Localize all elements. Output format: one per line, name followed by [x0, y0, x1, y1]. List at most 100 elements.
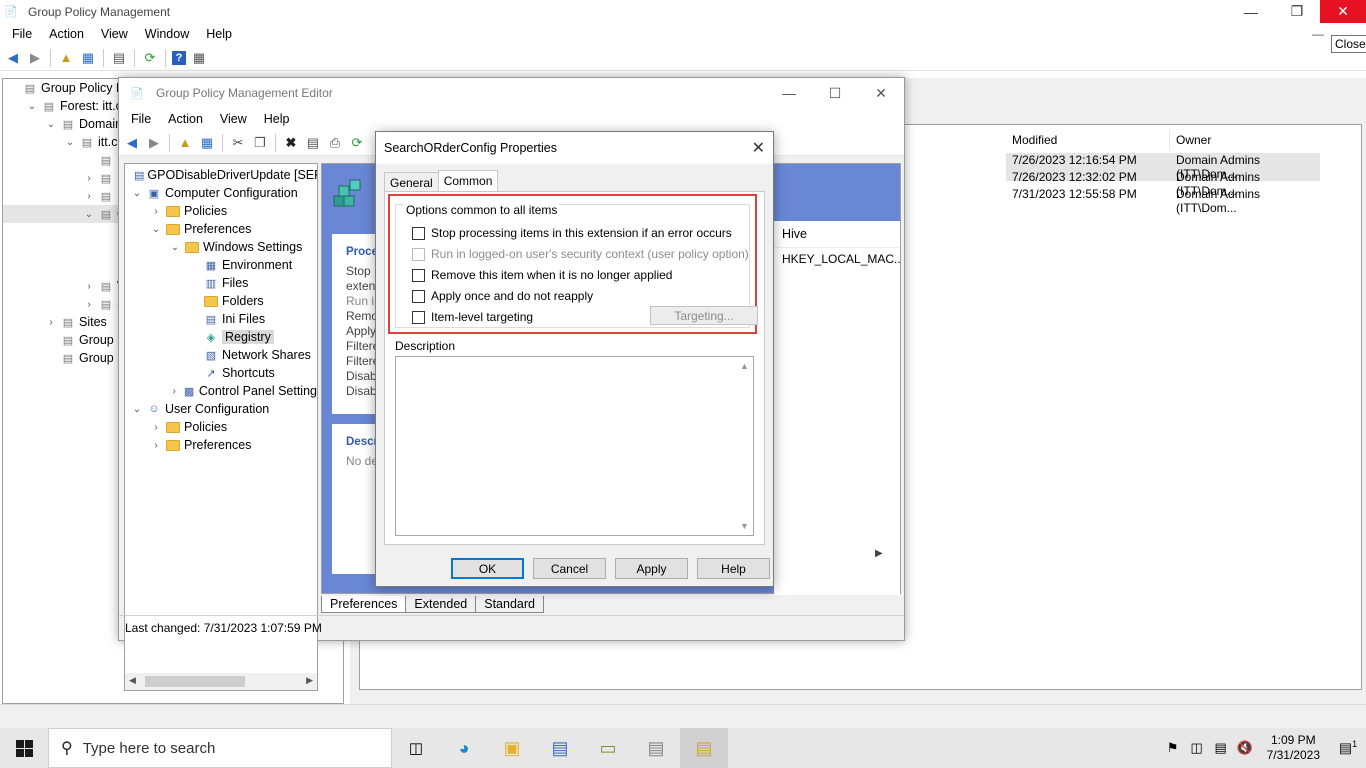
taskbar-search-box[interactable]: ⚲ Type here to search — [48, 728, 392, 768]
close-icon[interactable]: ✕ — [752, 138, 765, 158]
tree-item-environment[interactable]: ▦ Environment — [125, 256, 317, 274]
menu-file[interactable]: File — [123, 112, 160, 126]
minimize-icon[interactable]: — — [1228, 0, 1274, 23]
server-manager-icon[interactable]: ▤ — [536, 728, 584, 768]
back-arrow-icon[interactable]: ◀ — [4, 49, 22, 67]
description-textarea[interactable]: ▲ ▼ — [395, 356, 754, 536]
start-button[interactable] — [0, 728, 48, 768]
mdi-minimize-icon[interactable]: — — [1312, 27, 1324, 41]
description-scrollbar[interactable]: ▲ ▼ — [736, 357, 753, 535]
network-icon[interactable]: ▤ — [1209, 740, 1233, 756]
tree-item-preferences[interactable]: ⌄ Preferences — [125, 220, 317, 238]
collapse-chevron-icon[interactable]: ⌄ — [83, 209, 95, 220]
checkbox[interactable] — [412, 310, 425, 324]
expand-chevron-icon[interactable]: › — [150, 440, 162, 451]
option-remove-when-not-applied[interactable]: Remove this item when it is no longer ap… — [412, 268, 672, 282]
expand-chevron-icon[interactable]: › — [83, 173, 95, 184]
menu-help[interactable]: Help — [198, 27, 241, 41]
tree-item-windows-settings[interactable]: ⌄ Windows Settings — [125, 238, 317, 256]
forward-arrow-icon[interactable]: ▶ — [145, 134, 163, 152]
edge-icon[interactable]: ◕ — [440, 728, 488, 768]
copy-icon[interactable]: ❐ — [251, 134, 269, 152]
notepad-taskbar-icon[interactable]: ▤ — [632, 728, 680, 768]
collapse-chevron-icon[interactable]: ⌄ — [64, 137, 76, 148]
menu-file[interactable]: File — [4, 27, 41, 41]
menu-help[interactable]: Help — [256, 112, 299, 126]
scroll-down-icon[interactable]: ▼ — [740, 521, 749, 531]
tree-item-network-shares[interactable]: ▧ Network Shares — [125, 346, 317, 364]
expand-chevron-icon[interactable]: › — [83, 299, 95, 310]
tree-horizontal-scrollbar[interactable]: ◀ ▶ — [125, 673, 317, 690]
collapse-chevron-icon[interactable]: ⌄ — [150, 224, 162, 235]
option-item-level-targeting[interactable]: Item-level targeting — [412, 310, 533, 324]
tree-item-files[interactable]: ▥ Files — [125, 274, 317, 292]
tree-item-registry[interactable]: ◈ Registry — [125, 328, 317, 346]
cut-icon[interactable]: ✂ — [229, 134, 247, 152]
restore-icon[interactable]: ❐ — [1274, 0, 1320, 23]
up-folder-icon[interactable]: ▲ — [176, 134, 194, 152]
scroll-right-icon[interactable]: ▶ — [306, 675, 313, 686]
expand-chevron-icon[interactable]: › — [45, 317, 57, 328]
collapse-chevron-icon[interactable]: ⌄ — [131, 188, 143, 199]
tree-item-preferences[interactable]: › Preferences — [125, 436, 317, 454]
tree-item-policies[interactable]: › Policies — [125, 202, 317, 220]
scroll-right-icon[interactable]: ▶ — [875, 548, 883, 559]
show-hide-tree-icon[interactable]: ▦ — [79, 49, 97, 67]
menu-action[interactable]: Action — [41, 27, 93, 41]
show-hide-tree-icon[interactable]: ▦ — [198, 134, 216, 152]
gpm-taskbar-icon[interactable]: ▭ — [584, 728, 632, 768]
expand-chevron-icon[interactable]: › — [83, 281, 95, 292]
collapse-chevron-icon[interactable]: ⌄ — [131, 404, 143, 415]
menu-action[interactable]: Action — [160, 112, 212, 126]
hive-value[interactable]: HKEY_LOCAL_MAC... — [774, 248, 900, 270]
tab-extended[interactable]: Extended — [405, 596, 477, 613]
collapse-chevron-icon[interactable]: ⌄ — [45, 119, 57, 130]
scroll-up-icon[interactable]: ▲ — [740, 361, 749, 371]
clock[interactable]: 1:09 PM 7/31/2023 — [1257, 733, 1330, 763]
print-icon[interactable]: ⎙ — [326, 134, 344, 152]
option-apply-once[interactable]: Apply once and do not reapply — [412, 289, 593, 303]
tray-app-icon[interactable]: ◫ — [1185, 740, 1209, 756]
gpme-taskbar-icon[interactable]: ▤ — [680, 728, 728, 768]
tree-item-shortcuts[interactable]: ↗ Shortcuts — [125, 364, 317, 382]
forward-arrow-icon[interactable]: ▶ — [26, 49, 44, 67]
expand-chevron-icon[interactable]: › — [150, 206, 162, 217]
tree-item-control-panel-setting[interactable]: › ▩ Control Panel Setting — [125, 382, 317, 400]
up-folder-icon[interactable]: ▲ — [57, 49, 75, 67]
volume-muted-icon[interactable]: 🔇 — [1233, 740, 1257, 756]
notifications-icon[interactable]: ▤1 — [1330, 739, 1366, 757]
option-stop-processing[interactable]: Stop processing items in this extension … — [412, 226, 732, 240]
tab-preferences[interactable]: Preferences — [321, 596, 407, 613]
refresh-icon[interactable]: ⟳ — [141, 49, 159, 67]
show-action-pane-icon[interactable]: ▦ — [190, 49, 208, 67]
properties-icon[interactable]: ▤ — [110, 49, 128, 67]
scroll-thumb[interactable] — [145, 676, 245, 687]
task-view-icon[interactable]: ◫ — [392, 728, 440, 768]
tree-item-folders[interactable]: Folders — [125, 292, 317, 310]
checkbox[interactable] — [412, 289, 425, 303]
expand-chevron-icon[interactable]: › — [169, 386, 179, 397]
back-arrow-icon[interactable]: ◀ — [123, 134, 141, 152]
tree-item-gpodisabledriverupdate-servi[interactable]: ▤ GPODisableDriverUpdate [SERVI — [125, 166, 317, 184]
tree-item-user-configuration[interactable]: ⌄ ☺ User Configuration — [125, 400, 317, 418]
help-button[interactable]: Help — [697, 558, 770, 579]
apply-button[interactable]: Apply — [615, 558, 688, 579]
column-header-owner[interactable]: Owner — [1170, 130, 1320, 150]
table-row[interactable]: 7/31/2023 12:55:58 PM Domain Admins (ITT… — [1006, 187, 1320, 215]
delete-icon[interactable]: ✖ — [282, 134, 300, 152]
minimize-icon[interactable]: — — [766, 78, 812, 108]
checkbox[interactable] — [412, 226, 425, 240]
collapse-chevron-icon[interactable]: ⌄ — [26, 101, 38, 112]
scroll-left-icon[interactable]: ◀ — [129, 675, 136, 686]
tree-item-policies[interactable]: › Policies — [125, 418, 317, 436]
close-icon[interactable]: ✕ — [1320, 0, 1366, 23]
ok-button[interactable]: OK — [451, 558, 524, 579]
column-header-modified[interactable]: Modified — [1006, 130, 1170, 150]
expand-chevron-icon[interactable]: › — [150, 422, 162, 433]
checkbox[interactable] — [412, 268, 425, 282]
menu-window[interactable]: Window — [137, 27, 198, 41]
refresh-icon[interactable]: ⟳ — [348, 134, 366, 152]
close-icon[interactable]: ✕ — [858, 78, 904, 108]
tab-standard[interactable]: Standard — [475, 596, 544, 613]
tree-item-ini-files[interactable]: ▤ Ini Files — [125, 310, 317, 328]
